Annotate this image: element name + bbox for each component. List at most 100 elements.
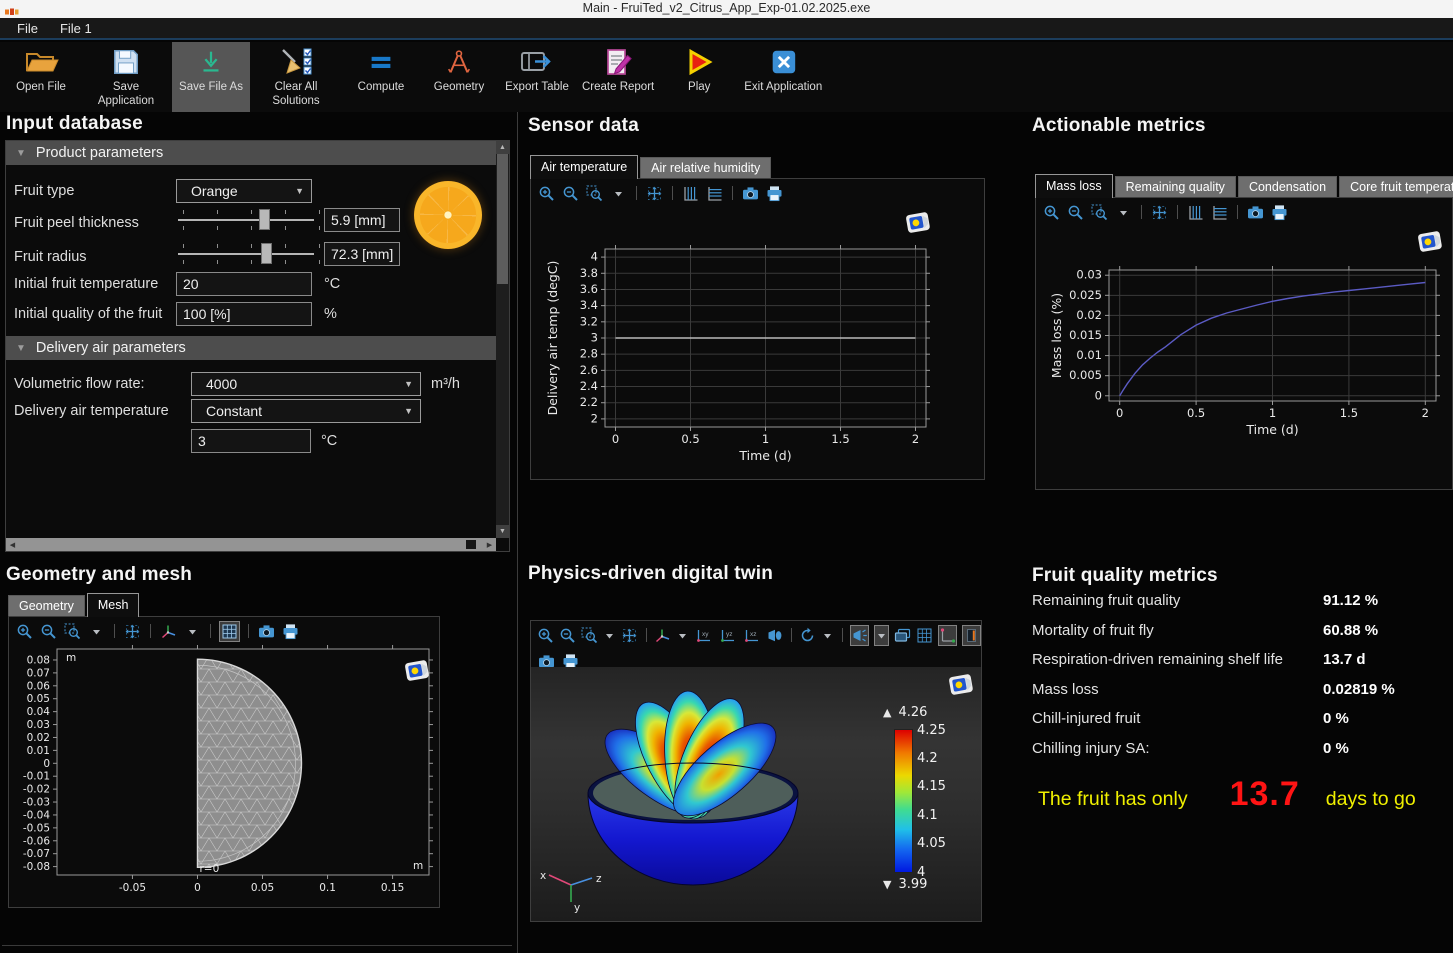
- mesh-plot[interactable]: -0.0500.050.10.150.080.070.060.050.040.0…: [9, 643, 439, 910]
- view-xy-icon[interactable]: xy: [694, 626, 713, 645]
- play-button[interactable]: Play: [660, 42, 738, 112]
- zoom-out-icon[interactable]: [1066, 203, 1085, 222]
- grid-x-icon[interactable]: [705, 184, 724, 203]
- fit-icon[interactable]: [621, 626, 638, 645]
- open-file-button[interactable]: Open File: [2, 42, 80, 112]
- zoom-box-icon[interactable]: [581, 626, 598, 645]
- triad-icon[interactable]: [159, 622, 178, 641]
- camera-icon[interactable]: [741, 184, 760, 203]
- view-yz-icon[interactable]: yz: [718, 626, 737, 645]
- menu-file[interactable]: File: [8, 19, 47, 38]
- fit-icon[interactable]: [123, 622, 142, 641]
- clear-all-solutions-button[interactable]: Clear All Solutions: [250, 42, 342, 112]
- twin-3d-viewport[interactable]: xzy ▲4.26 ▼3.99 4.254.24.154.14.054: [531, 667, 981, 921]
- initial-quality-input[interactable]: [176, 302, 312, 326]
- clear-all-solutions-icon: [278, 46, 314, 78]
- cbar-icon[interactable]: [962, 625, 981, 646]
- axes-icon[interactable]: [938, 625, 957, 646]
- scroll-up-icon[interactable]: ▲: [496, 141, 509, 154]
- zoom-in-icon[interactable]: [1042, 203, 1061, 222]
- caret-icon[interactable]: [874, 625, 889, 646]
- delivery-temp-value-input[interactable]: [191, 429, 311, 453]
- triad-icon[interactable]: [654, 626, 671, 645]
- export-table-button[interactable]: Export Table: [498, 42, 576, 112]
- svg-text:-0.05: -0.05: [119, 882, 146, 894]
- scroll-right-icon[interactable]: ▶: [483, 538, 496, 551]
- scroll-left-icon[interactable]: ◀: [6, 538, 19, 551]
- save-application-button[interactable]: Save Application: [80, 42, 172, 112]
- svg-text:2: 2: [912, 432, 919, 446]
- initial-temp-input[interactable]: [176, 272, 312, 296]
- scroll-down-icon[interactable]: ▼: [496, 525, 509, 538]
- caret-icon[interactable]: [87, 622, 106, 641]
- zoom-out-icon[interactable]: [39, 622, 58, 641]
- fit-icon[interactable]: [645, 184, 664, 203]
- tab-mass-loss[interactable]: Mass loss: [1035, 174, 1113, 198]
- exit-application-button[interactable]: Exit Application: [738, 42, 828, 112]
- print-icon[interactable]: [281, 622, 300, 641]
- print-icon[interactable]: [1270, 203, 1289, 222]
- fruit-radius-slider[interactable]: [176, 242, 316, 266]
- scrollbar-thumb[interactable]: [497, 154, 508, 284]
- zoom-box-icon[interactable]: [63, 622, 82, 641]
- scene-icon[interactable]: [894, 626, 911, 645]
- caret-icon[interactable]: [609, 184, 628, 203]
- svg-text:0.5: 0.5: [681, 432, 699, 446]
- grid-y-icon[interactable]: [1186, 203, 1205, 222]
- caret-icon[interactable]: [1114, 203, 1133, 222]
- peel-thickness-value[interactable]: [324, 208, 400, 232]
- separator: [732, 186, 733, 200]
- tab-geometry[interactable]: Geometry: [8, 595, 85, 617]
- zoom-in-icon[interactable]: [15, 622, 34, 641]
- caret-icon[interactable]: [676, 626, 689, 645]
- mass-loss-plot[interactable]: 00.511.5200.0050.010.0150.020.0250.03Tim…: [1036, 224, 1452, 494]
- menu-file-1[interactable]: File 1: [51, 19, 101, 38]
- camera-icon[interactable]: [1246, 203, 1265, 222]
- colorbar: [894, 729, 913, 873]
- vertical-scrollbar[interactable]: ▲ ▼: [496, 141, 509, 538]
- mesh-grid-icon[interactable]: [219, 621, 240, 642]
- product-parameters-header[interactable]: ▼ Product parameters: [6, 141, 496, 165]
- slider-handle[interactable]: [261, 243, 272, 264]
- caret-icon[interactable]: [821, 626, 834, 645]
- geometry-button[interactable]: Geometry: [420, 42, 498, 112]
- peel-thickness-slider[interactable]: [176, 208, 316, 232]
- caret-icon[interactable]: [603, 626, 616, 645]
- light-icon[interactable]: [850, 625, 869, 646]
- grid-y-icon[interactable]: [681, 184, 700, 203]
- camera-icon[interactable]: [257, 622, 276, 641]
- zoom-in-icon[interactable]: [537, 626, 554, 645]
- save-file-as-button[interactable]: Save File As: [172, 42, 250, 112]
- fruit-radius-value[interactable]: [324, 242, 400, 266]
- tab-air-temperature[interactable]: Air temperature: [530, 155, 638, 179]
- zoom-box-icon[interactable]: [585, 184, 604, 203]
- zoom-out-icon[interactable]: [559, 626, 576, 645]
- persp-icon[interactable]: [766, 626, 783, 645]
- delivery-air-parameters-header[interactable]: ▼ Delivery air parameters: [6, 336, 496, 360]
- tab-remaining-quality[interactable]: Remaining quality: [1115, 176, 1236, 198]
- print-icon[interactable]: [765, 184, 784, 203]
- delivery-temp-select[interactable]: Constant ▼: [191, 399, 421, 423]
- zoom-in-icon[interactable]: [537, 184, 556, 203]
- horizontal-scrollbar[interactable]: ◀ ▶: [6, 538, 496, 551]
- tab-core-fruit-temperature[interactable]: Core fruit temperature: [1339, 176, 1453, 198]
- compute-button[interactable]: Compute: [342, 42, 420, 112]
- sensor-plot[interactable]: 00.511.5222.22.42.62.833.23.43.63.84Time…: [531, 205, 984, 484]
- tab-condensation[interactable]: Condensation: [1238, 176, 1337, 198]
- flow-rate-select[interactable]: 4000 ▼: [191, 372, 421, 396]
- create-report-button[interactable]: Create Report: [576, 42, 660, 112]
- view-xz-icon[interactable]: xz: [742, 626, 761, 645]
- tab-mesh[interactable]: Mesh: [87, 593, 140, 617]
- zoom-box-icon[interactable]: [1090, 203, 1109, 222]
- zoom-out-icon[interactable]: [561, 184, 580, 203]
- slider-handle[interactable]: [259, 209, 270, 230]
- rotate-icon[interactable]: [799, 626, 816, 645]
- caret-icon[interactable]: [183, 622, 202, 641]
- fit-icon[interactable]: [1150, 203, 1169, 222]
- grid-x-icon[interactable]: [1210, 203, 1229, 222]
- grid-p-icon[interactable]: [916, 626, 933, 645]
- tab-air-relative-humidity[interactable]: Air relative humidity: [640, 157, 771, 179]
- fruit-type-select[interactable]: Orange ▼: [176, 179, 312, 203]
- scrollbar-thumb[interactable]: [466, 540, 476, 549]
- twin-plot-toolbar-row1: xyyzxz: [531, 621, 981, 647]
